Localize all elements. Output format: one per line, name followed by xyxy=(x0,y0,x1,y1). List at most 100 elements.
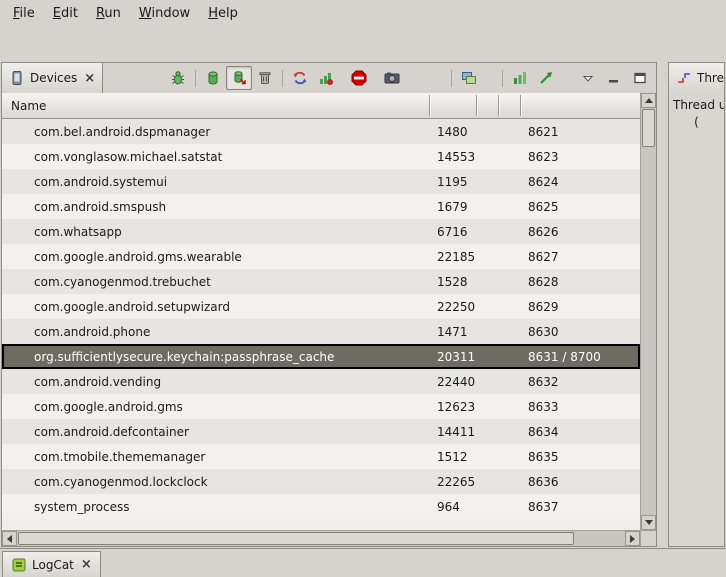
menu-run[interactable]: Run xyxy=(87,1,130,26)
column-resize-handle[interactable] xyxy=(429,95,431,116)
process-pid-cell: 14411 xyxy=(429,425,476,439)
menu-edit[interactable]: Edit xyxy=(44,1,87,26)
process-row[interactable]: com.android.phone14718630 xyxy=(2,319,640,344)
process-pid-cell: 14553 xyxy=(429,150,476,164)
dump-hprof-icon[interactable] xyxy=(226,66,252,90)
process-port-cell: 8636 xyxy=(520,475,640,489)
process-pid-cell: 1480 xyxy=(429,125,476,139)
process-pid-cell: 22265 xyxy=(429,475,476,489)
debug-process-icon[interactable] xyxy=(165,66,191,90)
tab-logcat-label: LogCat xyxy=(32,558,74,572)
scroll-down-button[interactable] xyxy=(641,515,656,530)
tab-devices[interactable]: Devices × xyxy=(2,63,103,93)
stop-process-icon[interactable] xyxy=(346,66,372,90)
process-row[interactable]: com.whatsapp6716 8626 xyxy=(2,219,640,244)
column-resize-handle[interactable] xyxy=(520,95,522,116)
update-threads-icon[interactable] xyxy=(287,66,313,90)
process-name-cell: com.vonglasow.michael.satstat xyxy=(2,150,429,164)
update-heap-icon[interactable] xyxy=(200,66,226,90)
horizontal-scrollbar[interactable] xyxy=(2,530,640,546)
minimize-icon[interactable] xyxy=(601,66,627,90)
process-name-cell: com.bel.android.dspmanager xyxy=(2,125,429,139)
process-name-cell: com.google.android.gms xyxy=(2,400,429,414)
view-menu-icon[interactable] xyxy=(575,66,601,90)
cause-gc-icon[interactable] xyxy=(252,66,278,90)
process-port-cell: 8627 xyxy=(520,250,640,264)
close-logcat-tab-icon[interactable]: × xyxy=(81,557,92,572)
threads-icon xyxy=(676,70,692,86)
process-pid-cell: 6716 xyxy=(429,225,476,239)
vertical-scrollbar-thumb[interactable] xyxy=(642,109,655,147)
process-row[interactable]: com.cyanogenmod.lockclock222658636 xyxy=(2,469,640,494)
process-port-cell: 8633 xyxy=(520,400,640,414)
process-row[interactable]: com.google.android.gms12623 8633 xyxy=(2,394,640,419)
process-pid-cell: 1471 xyxy=(429,325,476,339)
process-pid-cell: 12623 xyxy=(429,400,476,414)
scroll-left-button[interactable] xyxy=(2,531,17,546)
screen-capture-icon[interactable] xyxy=(379,66,405,90)
sysinfo-icon[interactable] xyxy=(507,66,533,90)
process-port-cell: 8630 xyxy=(520,325,640,339)
process-name-cell: org.sufficientlysecure.keychain:passphra… xyxy=(2,350,429,364)
vertical-scrollbar[interactable] xyxy=(640,93,656,530)
process-port-cell: 8634 xyxy=(520,425,640,439)
process-row[interactable]: com.google.android.setupwizard22250 8629 xyxy=(2,294,640,319)
threads-message-line1: Thread up xyxy=(669,93,724,112)
hierarchy-icon[interactable] xyxy=(533,66,559,90)
process-port-cell: 8629 xyxy=(520,300,640,314)
process-name-cell: com.whatsapp xyxy=(2,225,429,239)
process-row[interactable]: com.vonglasow.michael.satstat14553 8623 xyxy=(2,144,640,169)
process-pid-cell: 1195 xyxy=(429,175,476,189)
process-port-cell: 8624 xyxy=(520,175,640,189)
process-name-cell: com.android.vending xyxy=(2,375,429,389)
scrollbar-corner xyxy=(640,530,656,546)
devices-panel-header: Devices × xyxy=(2,63,656,94)
process-port-cell: 8625 xyxy=(520,200,640,214)
process-table: Name com.bel.android.dspmanager14808621c… xyxy=(2,93,656,546)
process-name-cell: com.android.defcontainer xyxy=(2,425,429,439)
menu-file[interactable]: File xyxy=(4,1,44,26)
horizontal-scrollbar-thumb[interactable] xyxy=(18,532,574,545)
tab-logcat[interactable]: LogCat × xyxy=(2,551,101,577)
tab-threads[interactable]: Threads xyxy=(669,63,724,93)
process-row[interactable]: org.sufficientlysecure.keychain:passphra… xyxy=(2,344,640,369)
process-row[interactable]: com.tmobile.thememanager15128635 xyxy=(2,444,640,469)
maximize-icon[interactable] xyxy=(627,66,653,90)
column-resize-handle[interactable] xyxy=(476,95,478,116)
process-row[interactable]: com.android.defcontainer14411 8634 xyxy=(2,419,640,444)
process-row[interactable]: system_process9648637 xyxy=(2,494,640,519)
process-name-cell: com.tmobile.thememanager xyxy=(2,450,429,464)
threads-message-line2: ( xyxy=(669,112,724,129)
process-pid-cell: 20311 xyxy=(429,350,476,364)
process-row[interactable]: com.google.android.gms.wearable221858627 xyxy=(2,244,640,269)
column-header-name-label: Name xyxy=(11,99,46,113)
scroll-right-button[interactable] xyxy=(625,531,640,546)
process-port-cell: 8623 xyxy=(520,150,640,164)
menu-window[interactable]: Window xyxy=(130,1,199,26)
process-port-cell: 8626 xyxy=(520,225,640,239)
main-area: Devices × xyxy=(0,60,726,549)
process-pid-cell: 22250 xyxy=(429,300,476,314)
process-table-body: com.bel.android.dspmanager1480 8621 com.vo… xyxy=(2,119,640,530)
process-name-cell: com.android.smspush xyxy=(2,200,429,214)
process-name-cell: com.google.android.gms.wearable xyxy=(2,250,429,264)
column-header-name[interactable]: Name xyxy=(2,93,429,118)
device-icon xyxy=(9,70,25,86)
process-row[interactable]: com.bel.android.dspmanager1480 8621 xyxy=(2,119,640,144)
process-row[interactable]: com.cyanogenmod.trebuchet15288628 xyxy=(2,269,640,294)
process-name-cell: com.google.android.setupwizard xyxy=(2,300,429,314)
close-devices-tab-icon[interactable]: × xyxy=(84,71,95,86)
menu-help[interactable]: Help xyxy=(199,1,247,26)
process-row[interactable]: com.android.systemui11958624 xyxy=(2,169,640,194)
scroll-up-button[interactable] xyxy=(641,93,656,108)
frame-capture-icon[interactable] xyxy=(456,66,482,90)
process-port-cell: 8621 xyxy=(520,125,640,139)
process-row[interactable]: com.android.smspush1679 8625 xyxy=(2,194,640,219)
process-pid-cell: 1512 xyxy=(429,450,476,464)
threads-panel: Threads Thread up ( xyxy=(668,62,725,547)
column-resize-handle[interactable] xyxy=(498,95,500,116)
tab-threads-label: Threads xyxy=(697,71,724,85)
process-row[interactable]: com.android.vending224408632 xyxy=(2,369,640,394)
process-pid-cell: 1679 xyxy=(429,200,476,214)
start-method-profiling-icon[interactable] xyxy=(313,66,339,90)
